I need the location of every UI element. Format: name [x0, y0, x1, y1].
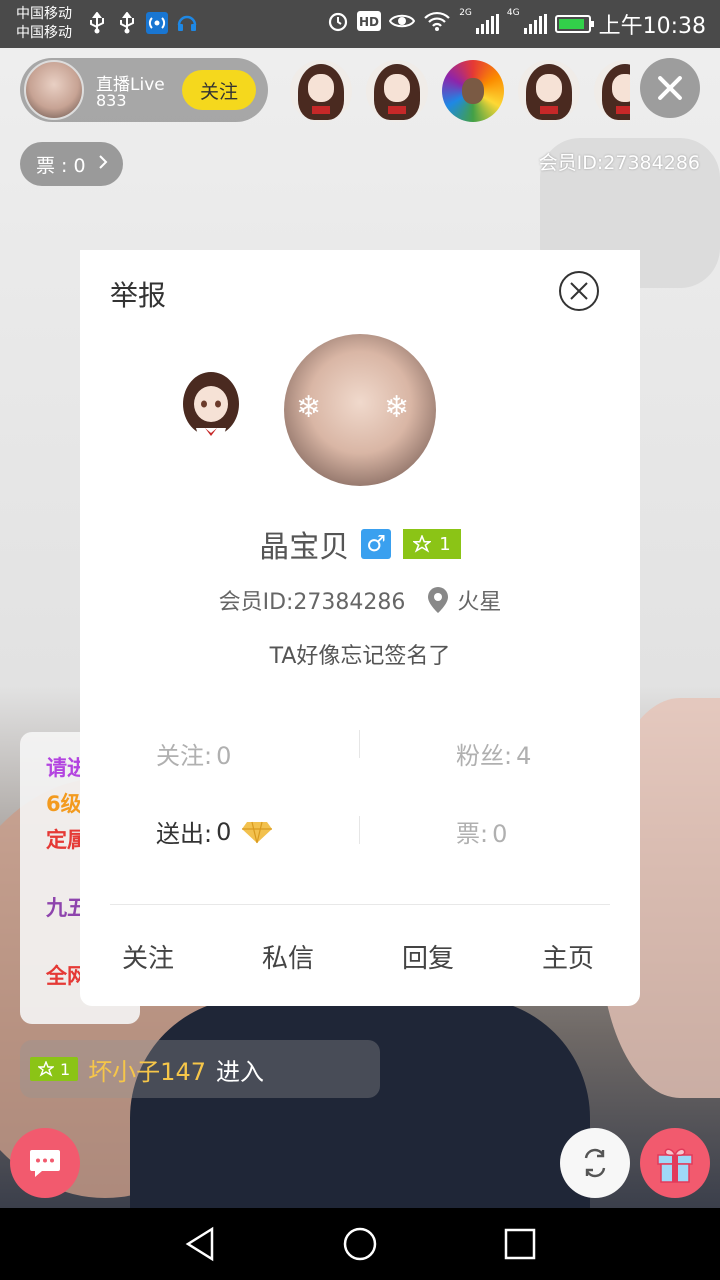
carrier-1: 中国移动: [16, 6, 72, 22]
profile-avatar[interactable]: ❄ ❄: [284, 334, 436, 486]
battery-fill: [558, 19, 584, 29]
location-pin-icon: [428, 587, 449, 613]
fans-stat[interactable]: 粉丝: 4: [456, 736, 531, 771]
user-entry-notice: 1 坏小子147 进入: [20, 1040, 380, 1098]
snowflake-icon: ❄: [296, 390, 322, 425]
id-location-row: 会员ID:27384286 火星: [80, 584, 640, 616]
nickname-row: 晶宝贝 ♂ 1: [80, 522, 640, 566]
snowflake-icon: ❄: [384, 390, 410, 425]
follow-button[interactable]: 关注: [122, 938, 174, 975]
entry-level-value: 1: [60, 1059, 71, 1079]
tickets-stat: 票: 0: [456, 814, 507, 849]
divider: [359, 730, 360, 758]
chat-button[interactable]: [10, 1128, 80, 1198]
follow-anchor-button[interactable]: 关注: [182, 70, 256, 110]
signal-icon: [475, 14, 499, 34]
close-live-button[interactable]: [640, 58, 700, 118]
viewer-avatar[interactable]: [290, 60, 352, 122]
notification-icons: [86, 12, 198, 34]
fans-value: 4: [516, 742, 532, 770]
carrier-2: 中国移动: [16, 25, 72, 41]
viewer-avatar[interactable]: [594, 60, 630, 122]
chat-line: 6级: [46, 792, 82, 816]
status-right: HD 2G 4G 上午10:38: [327, 8, 706, 40]
viewer-avatar[interactable]: [442, 60, 504, 122]
profile-nickname: 晶宝贝: [259, 530, 350, 565]
report-button[interactable]: 举报: [110, 274, 166, 314]
following-stat[interactable]: 关注: 0: [156, 736, 231, 771]
profile-member-id: 会员ID:27384286: [218, 590, 406, 615]
recents-icon[interactable]: [502, 1226, 538, 1262]
fans-label: 粉丝:: [456, 742, 513, 770]
anchor-avatar[interactable]: [24, 60, 84, 120]
entry-level-badge: 1: [30, 1057, 79, 1081]
share-icon: [584, 1148, 606, 1178]
hotspot-icon: [146, 12, 168, 34]
profile-location: 火星: [457, 590, 502, 615]
headset-icon: [176, 12, 198, 34]
ticket-pill[interactable]: 票 : 0: [20, 142, 123, 186]
star-icon: [413, 535, 432, 553]
signal-icon: [523, 14, 547, 34]
sent-label: 送出:: [156, 820, 213, 848]
back-icon[interactable]: [182, 1226, 218, 1262]
chat-bubble-icon: [30, 1150, 60, 1177]
profile-card-stats: 关注: 0 粉丝: 4 送出: 0 票: 0 关注 私信 回复 主页: [80, 722, 640, 1006]
tickets-label: 票:: [456, 820, 489, 848]
status-bar: 中国移动 中国移动 HD 2G 4G 上午10:38: [0, 0, 720, 48]
anchor-member-id: 会员ID:27384286: [538, 152, 700, 174]
level-value: 1: [439, 533, 451, 555]
sent-stat: 送出: 0: [156, 814, 273, 849]
guard-avatar[interactable]: [176, 370, 246, 450]
usb-icon: [86, 12, 108, 34]
bg-streamer-shirt: [130, 998, 590, 1208]
close-card-button[interactable]: [558, 270, 600, 312]
clock: 上午10:38: [598, 14, 706, 39]
ticket-count: 票 : 0: [36, 154, 86, 177]
reply-button[interactable]: 回复: [402, 938, 454, 975]
diamond-icon: [242, 821, 273, 843]
male-gender-icon: ♂: [361, 529, 392, 559]
chevron-right-icon: [98, 153, 108, 175]
gift-button[interactable]: [640, 1128, 710, 1198]
viewer-avatar[interactable]: [366, 60, 428, 122]
gift-icon: [657, 1148, 693, 1183]
viewer-count: 833: [96, 91, 127, 110]
hd-icon: HD: [357, 10, 382, 38]
carrier-info: 中国移动 中国移动: [16, 5, 72, 43]
following-value: 0: [216, 742, 232, 770]
svg-text:HD: HD: [359, 15, 379, 29]
viewer-avatar-list[interactable]: [290, 60, 630, 122]
system-nav-bar: [0, 1208, 720, 1280]
net-2g-label: 2G: [459, 8, 472, 18]
eye-icon: [389, 11, 416, 37]
divider: [110, 904, 610, 905]
divider: [359, 816, 360, 844]
homepage-button[interactable]: 主页: [542, 938, 594, 975]
profile-signature: TA好像忘记签名了: [269, 644, 451, 669]
private-message-button[interactable]: 私信: [262, 938, 314, 975]
level-badge: 1: [403, 529, 461, 559]
sent-value: 0: [216, 817, 232, 846]
anchor-info-pill[interactable]: 直播Live 833 关注: [20, 58, 268, 122]
net-4g-label: 4G: [506, 8, 520, 18]
following-label: 关注:: [156, 742, 213, 770]
viewer-avatar[interactable]: [518, 60, 580, 122]
star-icon: [38, 1061, 54, 1077]
tickets-value: 0: [492, 820, 508, 848]
usb-icon: [116, 12, 138, 34]
wifi-icon: [423, 10, 451, 38]
alarm-icon: [327, 10, 349, 38]
entry-action: 进入: [216, 1057, 264, 1086]
share-button[interactable]: [560, 1128, 630, 1198]
home-icon[interactable]: [342, 1226, 378, 1262]
battery-icon: [554, 15, 594, 33]
entry-username[interactable]: 坏小子147: [88, 1052, 206, 1087]
profile-card: 举报 ❄ ❄ 晶宝贝 ♂ 1 会员ID:27384286 火星 TA好像忘记签名…: [80, 250, 640, 722]
